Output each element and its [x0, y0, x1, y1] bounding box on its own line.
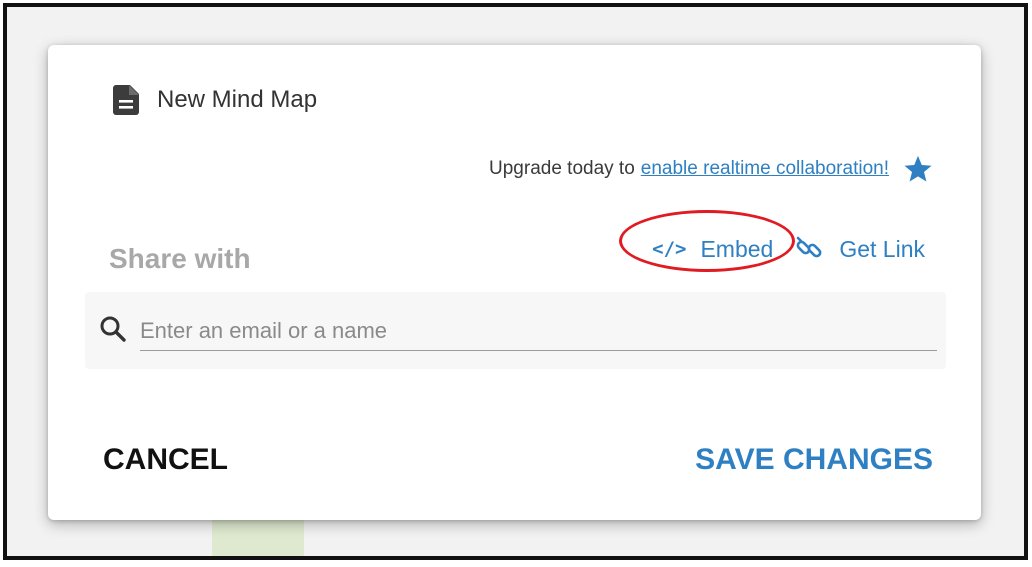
background-node: [212, 515, 304, 556]
share-dialog: New Mind Map Upgrade today to enable rea…: [48, 45, 981, 520]
share-search-box: [85, 292, 946, 369]
embed-button[interactable]: </> Embed: [619, 209, 796, 272]
screenshot-frame: New Mind Map Upgrade today to enable rea…: [3, 3, 1028, 560]
get-link-label: Get Link: [839, 235, 925, 262]
share-actions: </> Embed Get Link: [619, 209, 925, 272]
highlight-ring: [619, 209, 796, 272]
dialog-header: New Mind Map: [113, 85, 317, 115]
upgrade-text: Upgrade today to: [489, 158, 635, 179]
cancel-button[interactable]: CANCEL: [103, 443, 228, 477]
star-icon[interactable]: [903, 154, 933, 184]
share-search-input[interactable]: [140, 312, 937, 351]
dialog-title: New Mind Map: [157, 86, 318, 113]
document-icon: [113, 85, 139, 115]
save-changes-button[interactable]: SAVE CHANGES: [695, 443, 933, 477]
upgrade-banner: Upgrade today to enable realtime collabo…: [489, 154, 933, 184]
link-icon: [796, 236, 822, 258]
upgrade-link[interactable]: enable realtime collaboration!: [641, 158, 889, 180]
share-with-label: Share with: [109, 243, 251, 274]
search-icon: [100, 316, 126, 342]
get-link-button[interactable]: Get Link: [795, 235, 925, 263]
